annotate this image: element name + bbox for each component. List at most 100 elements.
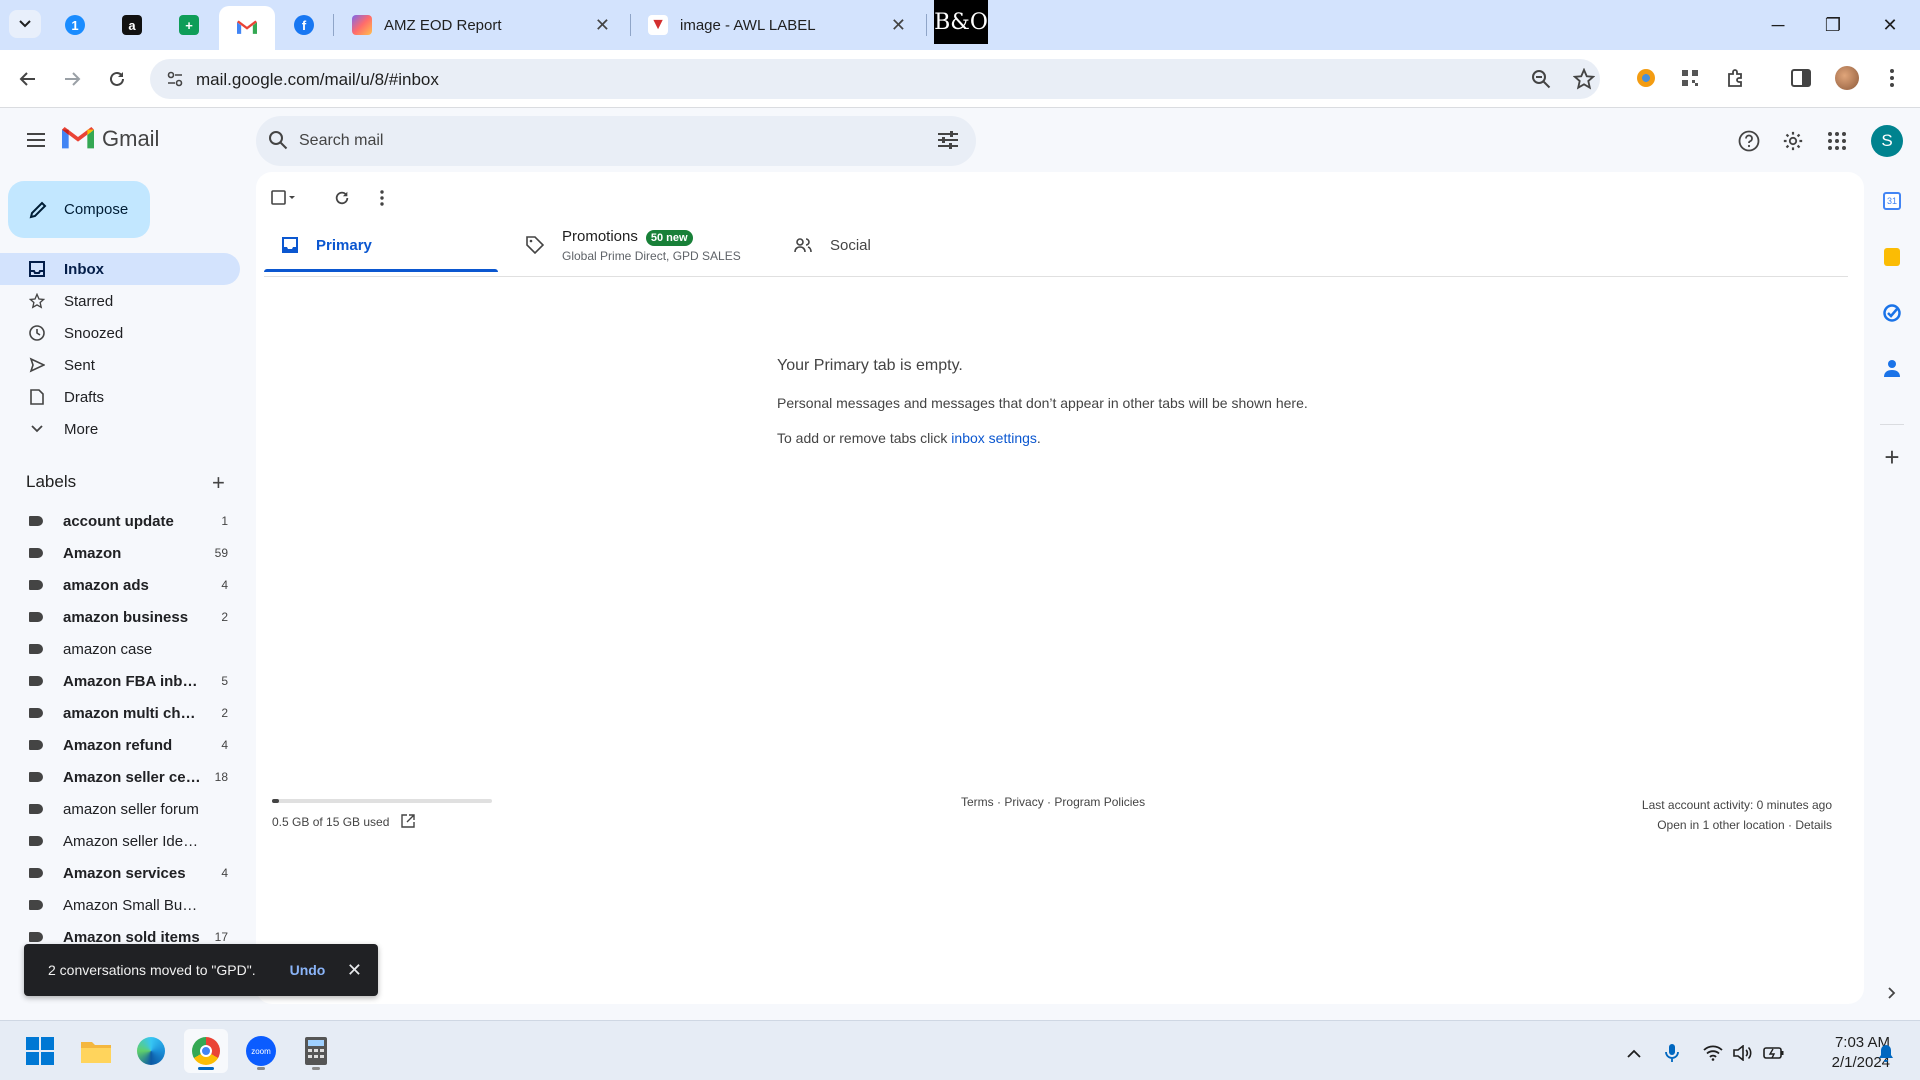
sidebar-label-item[interactable]: amazon case [0,635,240,663]
sidebar-item-drafts[interactable]: Drafts [0,381,240,413]
zoom-taskbar-button[interactable]: zoom [239,1029,283,1073]
google-contacts-icon[interactable] [1876,352,1908,384]
pinned-tab-bo-logo[interactable]: B&O [934,0,988,44]
sidebar-label-item[interactable]: amazon ads 4 [0,571,240,599]
file-explorer-button[interactable] [74,1029,118,1073]
microphone-icon[interactable] [1660,1041,1684,1065]
program-policies-link[interactable]: Program Policies [1054,795,1145,809]
pinned-tab-sheets[interactable]: + [161,6,217,44]
close-window-button[interactable]: ✕ [1870,10,1910,40]
google-calendar-icon[interactable]: 31 [1876,185,1908,217]
get-addons-plus-icon[interactable]: + [1876,441,1908,473]
sidebar-item-snoozed[interactable]: Snoozed [0,317,240,349]
sidebar-item-starred[interactable]: Starred [0,285,240,317]
search-icon[interactable] [268,130,288,155]
pinned-tab-gmail[interactable] [219,6,275,50]
google-keep-icon[interactable] [1876,241,1908,273]
chrome-menu-icon[interactable] [1878,64,1906,92]
restore-button[interactable]: ❐ [1813,10,1853,40]
inbox-settings-link[interactable]: inbox settings [951,430,1037,446]
address-bar[interactable]: mail.google.com/mail/u/8/#inbox [150,59,1600,99]
battery-charging-icon[interactable] [1762,1041,1786,1065]
sidebar-label-item[interactable]: Amazon seller cen... 18 [0,763,240,791]
search-options-icon[interactable] [937,130,959,155]
pinned-tab-amazon[interactable]: a [104,6,160,44]
zoom-icon[interactable] [1531,69,1551,94]
bookmark-star-icon[interactable] [1572,67,1596,95]
url-text: mail.google.com/mail/u/8/#inbox [196,70,439,89]
compose-button[interactable]: Compose [8,181,150,238]
pinned-tab-facebook[interactable]: f [276,6,332,44]
create-label-button[interactable]: + [212,470,225,496]
tab-social[interactable]: Social [774,218,1014,272]
wifi-icon[interactable] [1701,1041,1725,1065]
main-menu-button[interactable] [20,124,52,156]
sidebar-label-item[interactable]: Amazon 59 [0,539,240,567]
back-button[interactable] [12,63,44,95]
chrome-taskbar-button[interactable] [184,1029,228,1073]
settings-gear-icon[interactable] [1775,123,1811,159]
new-count-badge: 50 new [645,229,693,246]
sidebar-label-item[interactable]: Amazon FBA inbou... 5 [0,667,240,695]
close-toast-icon[interactable]: ✕ [347,960,362,981]
tab-amz-eod-report[interactable]: AMZ EOD Report ✕ [340,6,622,44]
sidebar-label-item[interactable]: amazon business 2 [0,603,240,631]
tab-promotions[interactable]: Promotions 50 new Global Prime Direct, GP… [506,218,766,272]
gmail-logo[interactable]: Gmail [62,126,159,152]
label-name: account update [63,512,174,530]
search-input[interactable] [299,129,899,153]
volume-icon[interactable] [1731,1041,1755,1065]
open-storage-icon[interactable] [401,814,415,831]
calculator-taskbar-button[interactable] [294,1029,338,1073]
label-name: Amazon seller cen... [63,768,203,786]
notification-bell-icon[interactable] [1874,1041,1898,1065]
tab-search-button[interactable] [9,10,41,38]
account-avatar[interactable]: S [1871,125,1903,157]
sidebar-item-sent[interactable]: Sent [0,349,240,381]
sidebar-label-item[interactable]: amazon multi chan... 2 [0,699,240,727]
profile-avatar[interactable] [1833,64,1861,92]
extension-orange-icon[interactable] [1632,64,1660,92]
close-tab-icon[interactable]: ✕ [891,15,906,36]
sidebar-label-item[interactable]: Amazon seller Identity [0,827,240,855]
google-apps-icon[interactable] [1819,123,1855,159]
edge-button[interactable] [129,1029,173,1073]
minimize-button[interactable]: ─ [1758,10,1798,40]
label-name: Amazon sold items [63,928,200,946]
hide-side-panel-icon[interactable] [1876,977,1908,1009]
pinned-tab-1password[interactable]: 1 [47,6,103,44]
site-info-icon[interactable] [166,70,184,93]
show-hidden-icons-chevron-up-icon[interactable] [1622,1041,1646,1065]
tab-primary[interactable]: Primary [264,218,498,272]
undo-button[interactable]: Undo [290,962,326,978]
extension-qr-icon[interactable] [1676,64,1704,92]
sidebar-label-item[interactable]: Amazon refund 4 [0,731,240,759]
more-actions-button[interactable] [368,184,396,212]
sidebar-item-more[interactable]: More [0,413,240,445]
sidebar-label-item[interactable]: Amazon services 4 [0,859,240,887]
details-link[interactable]: Details [1795,818,1832,832]
forward-button[interactable] [56,63,88,95]
reload-button[interactable] [101,63,133,95]
google-tasks-icon[interactable] [1876,297,1908,329]
sidebar-label-item[interactable]: amazon seller forum [0,795,240,823]
amazon-icon: a [122,15,142,35]
refresh-button[interactable] [328,184,356,212]
support-icon[interactable] [1731,123,1767,159]
terms-link[interactable]: Terms [961,795,994,809]
sidebar-label-item[interactable]: Amazon Small Business [0,891,240,919]
select-checkbox[interactable] [270,184,298,212]
compose-label: Compose [64,201,129,218]
label-unread-count: 1 [221,514,228,528]
tab-awl-label[interactable]: ▼ image - AWL LABEL ✕ [636,6,918,44]
sidebar-item-inbox[interactable]: Inbox [0,253,240,285]
windows-start-button[interactable] [18,1029,62,1073]
side-panel-icon[interactable] [1787,64,1815,92]
sidebar-label-item[interactable]: account update 1 [0,507,240,535]
extensions-puzzle-icon[interactable] [1722,64,1750,92]
privacy-link[interactable]: Privacy [1004,795,1043,809]
label-unread-count: 2 [221,610,228,624]
close-tab-icon[interactable]: ✕ [595,15,610,36]
active-app-indicator [198,1067,214,1070]
label-tag-icon [29,516,43,526]
